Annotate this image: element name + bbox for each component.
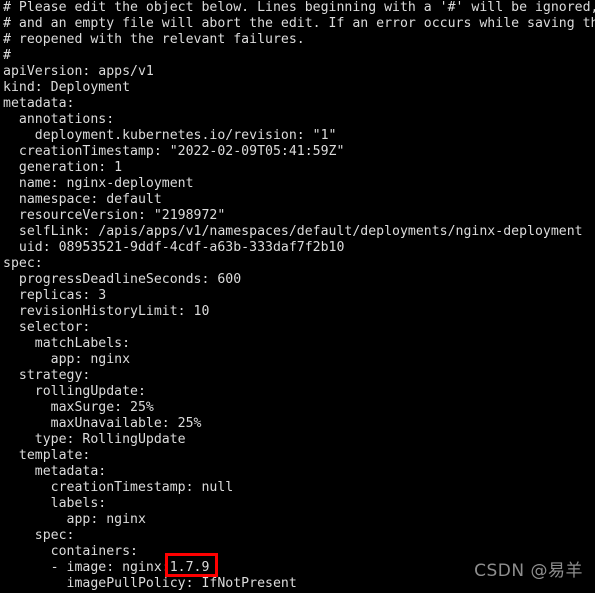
code-line: progressDeadlineSeconds: 600 <box>3 272 242 287</box>
code-line: rollingUpdate: <box>3 384 146 399</box>
code-line: app: nginx <box>3 512 146 527</box>
code-line: matchLabels: <box>3 336 131 351</box>
code-line: name: nginx-deployment <box>3 176 194 191</box>
code-line: creationTimestamp: null <box>3 480 234 495</box>
code-line: spec: <box>3 528 75 543</box>
code-line: kind: Deployment <box>3 80 131 95</box>
terminal-editor[interactable]: # Please edit the object below. Lines be… <box>0 0 595 593</box>
code-line: generation: 1 <box>3 160 123 175</box>
code-line: uid: 08953521-9ddf-4cdf-a63b-333daf7f2b1… <box>3 240 345 255</box>
code-line: creationTimestamp: "2022-02-09T05:41:59Z… <box>3 144 345 159</box>
code-line: template: <box>3 448 91 463</box>
code-line: labels: <box>3 496 107 511</box>
code-line: # <box>3 48 11 63</box>
code-line: selfLink: /apis/apps/v1/namespaces/defau… <box>3 224 583 239</box>
code-line: type: RollingUpdate <box>3 432 186 447</box>
code-line: selector: <box>3 320 91 335</box>
code-line: revisionHistoryLimit: 10 <box>3 304 210 319</box>
code-line: # reopened with the relevant failures. <box>3 32 305 47</box>
code-line: apiVersion: apps/v1 <box>3 64 154 79</box>
code-line: app: nginx <box>3 352 131 367</box>
code-line: namespace: default <box>3 192 162 207</box>
code-line: annotations: <box>3 112 115 127</box>
watermark-label: CSDN @易羊 <box>474 561 583 581</box>
code-line: resourceVersion: "2198972" <box>3 208 226 223</box>
yaml-content[interactable]: # Please edit the object below. Lines be… <box>3 0 595 592</box>
code-line: maxUnavailable: 25% <box>3 416 202 431</box>
code-line: spec: <box>3 256 43 271</box>
code-line: metadata: <box>3 464 107 479</box>
code-line: maxSurge: 25% <box>3 400 154 415</box>
code-line: strategy: <box>3 368 91 383</box>
code-line: # Please edit the object below. Lines be… <box>3 0 595 15</box>
code-line: # and an empty file will abort the edit.… <box>3 16 595 31</box>
code-line: deployment.kubernetes.io/revision: "1" <box>3 128 337 143</box>
code-line: replicas: 3 <box>3 288 107 303</box>
code-line: metadata: <box>3 96 75 111</box>
